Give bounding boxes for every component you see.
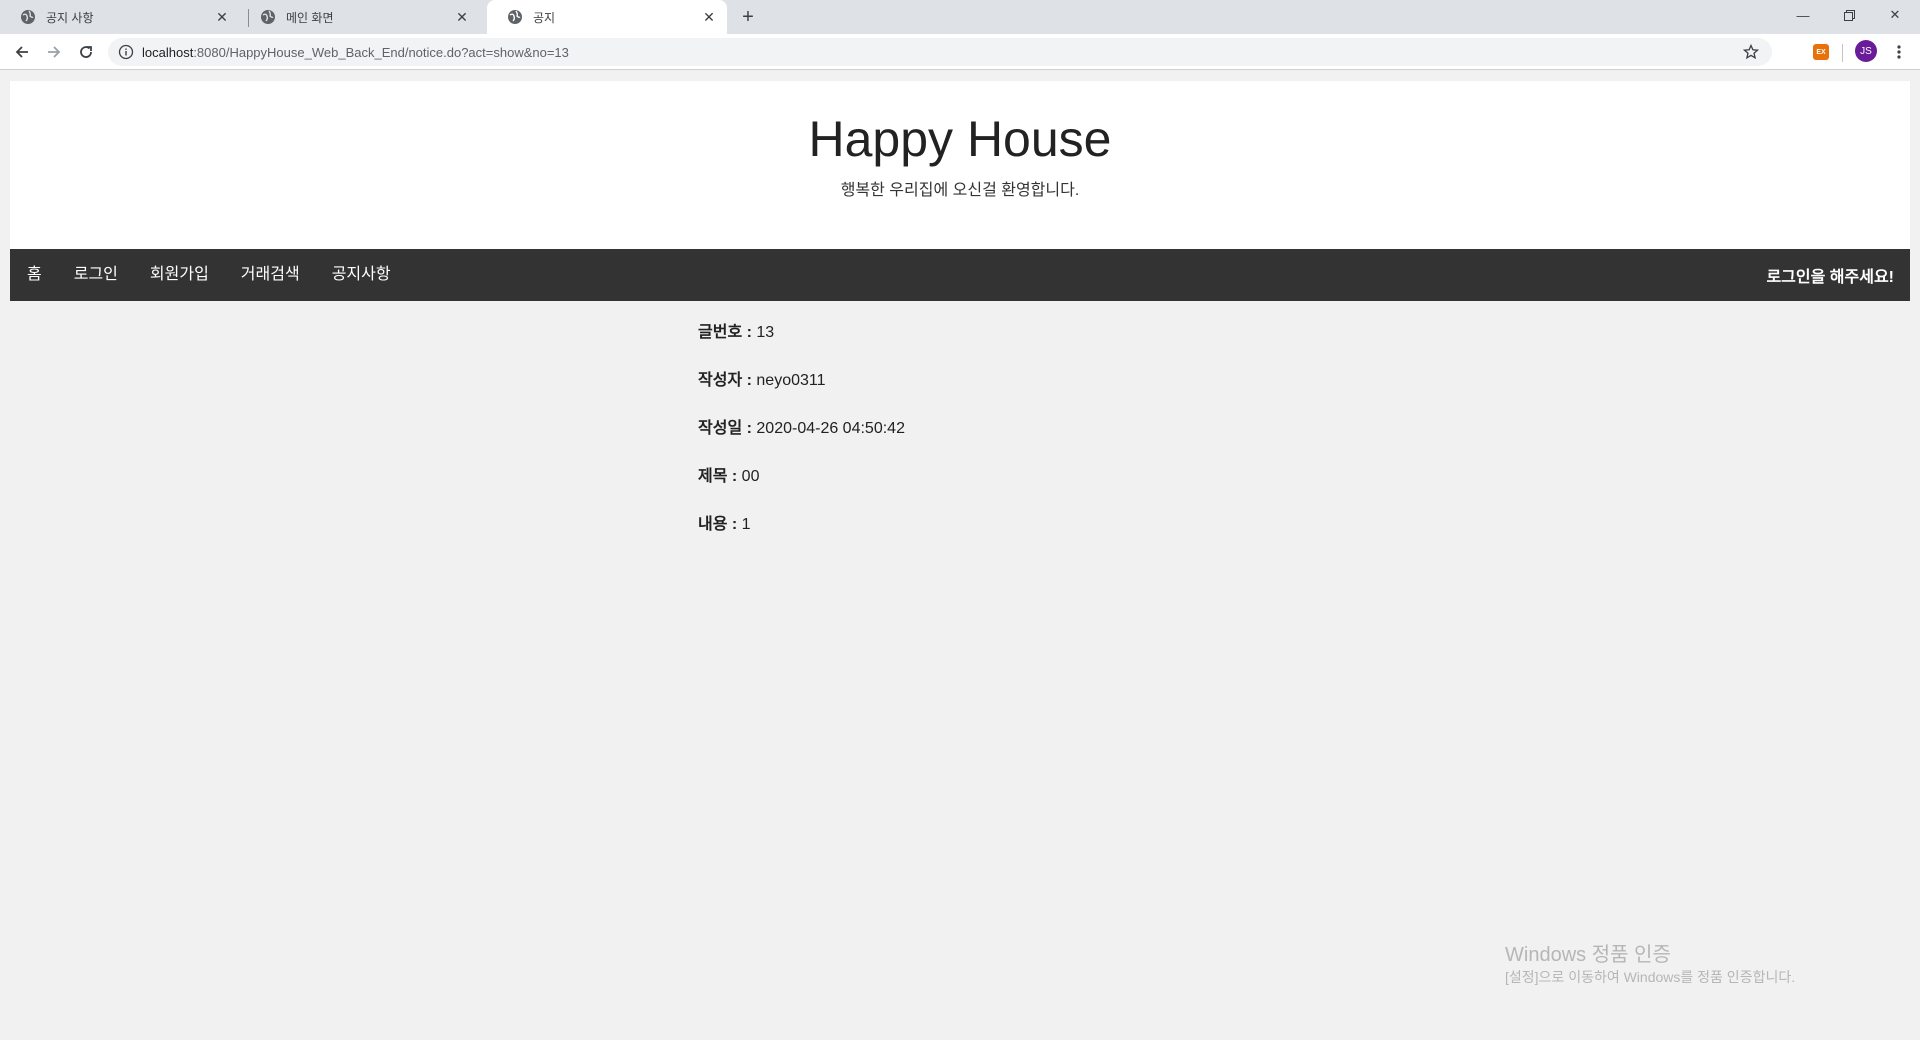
browser-tabstrip: 공지 사항 ✕ 메인 화면 ✕ 공지 ✕ + — ✕: [0, 0, 1920, 34]
minimize-button[interactable]: —: [1780, 0, 1826, 30]
toolbar-divider: [1842, 44, 1843, 62]
close-icon[interactable]: ✕: [212, 7, 232, 27]
activation-message: [설정]으로 이동하여 Windows를 정품 인증합니다.: [1505, 969, 1796, 985]
notice-date-row: 작성일 : 2020-04-26 04:50:42: [698, 418, 1298, 466]
notice-content-label: 내용 :: [698, 516, 738, 533]
nav-signup-link[interactable]: 회원가입: [134, 249, 225, 301]
nav-deal-search-link[interactable]: 거래검색: [225, 249, 316, 301]
site-subtitle: 행복한 우리집에 오신걸 환영합니다.: [840, 182, 1080, 199]
site-header: Happy House 행복한 우리집에 오신걸 환영합니다.: [10, 81, 1910, 249]
info-icon[interactable]: [118, 44, 134, 60]
notice-author-row: 작성자 : neyo0311: [698, 370, 1298, 418]
windows-activation-watermark: Windows 정품 인증 [설정]으로 이동하여 Windows를 정품 인증…: [1505, 943, 1795, 986]
close-icon[interactable]: ✕: [452, 7, 472, 27]
tab-title: 메인 화면: [286, 10, 334, 25]
browser-tab[interactable]: 메인 화면 ✕: [240, 0, 480, 34]
notice-date-label: 작성일 :: [698, 420, 752, 437]
notice-date-value: 2020-04-26 04:50:42: [756, 420, 905, 437]
notice-subject-label: 제목 :: [698, 468, 738, 485]
notice-author-label: 작성자 :: [698, 372, 752, 389]
arrow-right-icon: [48, 46, 61, 58]
close-icon[interactable]: ✕: [699, 7, 719, 27]
more-menu-icon[interactable]: [1889, 40, 1909, 64]
url-path: :8080/HappyHouse_Web_Back_End/notice.do?…: [193, 44, 569, 60]
profile-avatar[interactable]: JS: [1855, 40, 1877, 62]
url-text: localhost:8080/HappyHouse_Web_Back_End/n…: [142, 45, 569, 60]
activation-title: Windows 정품 인증: [1505, 944, 1671, 966]
globe-icon: [507, 9, 523, 25]
tab-title: 공지 사항: [46, 10, 94, 25]
globe-icon: [260, 9, 276, 25]
globe-icon: [20, 9, 36, 25]
reload-icon: [80, 46, 92, 58]
nav-login-link[interactable]: 로그인: [58, 249, 134, 301]
notice-content-row: 내용 : 1: [698, 514, 1298, 562]
nav-home-link[interactable]: 홈: [10, 249, 58, 301]
notice-number-value: 13: [756, 324, 775, 341]
notice-subject-row: 제목 : 00: [698, 466, 1298, 514]
window-close-button[interactable]: ✕: [1872, 0, 1918, 30]
reload-button[interactable]: [74, 40, 98, 64]
star-icon[interactable]: [1742, 43, 1760, 61]
extension-icon[interactable]: EX: [1813, 44, 1829, 60]
main-navbar: 홈 로그인 회원가입 거래검색 공지사항 로그인을 해주세요!: [10, 249, 1910, 301]
notice-author-value: neyo0311: [756, 372, 826, 389]
restore-button[interactable]: [1826, 0, 1872, 30]
login-prompt: 로그인을 해주세요!: [1766, 269, 1894, 286]
browser-tab-active[interactable]: 공지 ✕: [487, 0, 727, 34]
notice-number-row: 글번호 : 13: [698, 322, 1298, 370]
tab-title: 공지: [533, 10, 556, 25]
address-bar[interactable]: localhost:8080/HappyHouse_Web_Back_End/n…: [108, 38, 1772, 66]
arrow-left-icon: [15, 46, 28, 58]
notice-content-value: 1: [741, 516, 751, 533]
browser-tab[interactable]: 공지 사항 ✕: [0, 0, 240, 34]
site-title: Happy House: [808, 111, 1112, 167]
nav-notice-link[interactable]: 공지사항: [316, 249, 407, 301]
url-host: localhost: [142, 44, 194, 60]
notice-detail: 글번호 : 13 작성자 : neyo0311 작성일 : 2020-04-26…: [698, 322, 1298, 562]
notice-subject-value: 00: [741, 468, 760, 485]
new-tab-button[interactable]: +: [736, 5, 760, 29]
page-viewport: Happy House 행복한 우리집에 오신걸 환영합니다. 홈 로그인 회원…: [0, 71, 1920, 1040]
forward-button[interactable]: [42, 40, 66, 64]
back-button[interactable]: [10, 40, 34, 64]
browser-toolbar: localhost:8080/HappyHouse_Web_Back_End/n…: [0, 34, 1920, 70]
notice-number-label: 글번호 :: [698, 324, 752, 341]
